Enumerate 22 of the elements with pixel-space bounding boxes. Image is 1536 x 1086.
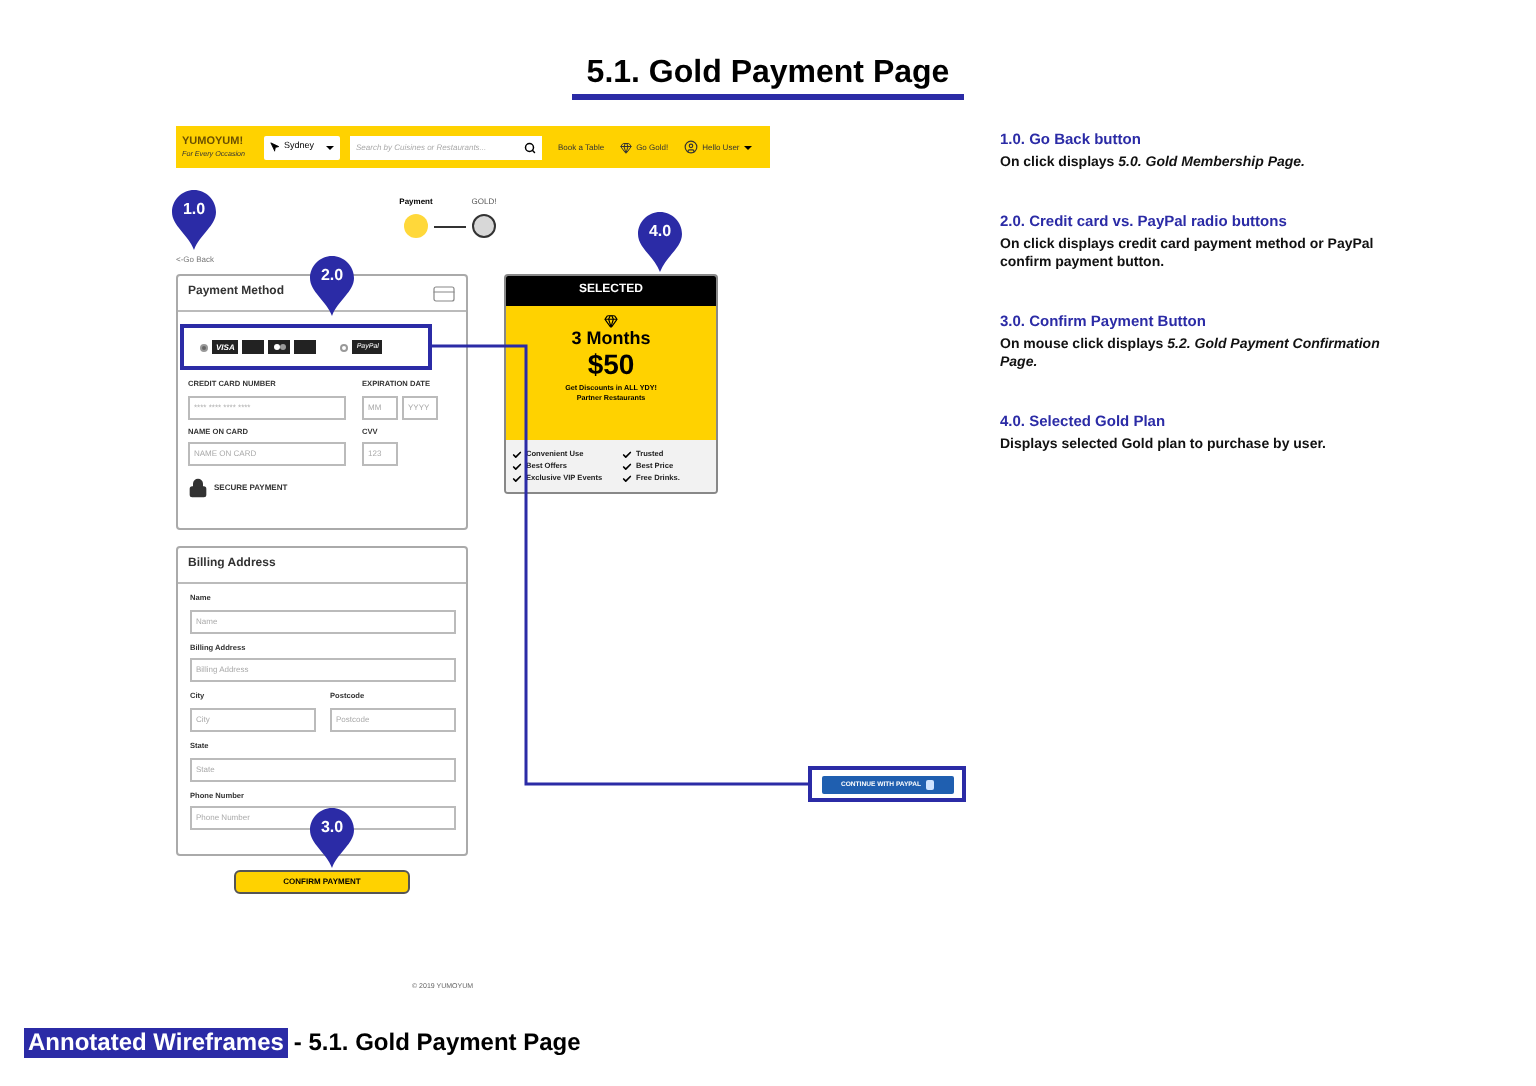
search-icon (524, 141, 536, 153)
diamond-icon (620, 141, 633, 153)
radio-button[interactable] (200, 343, 208, 351)
caret-icon (743, 145, 752, 149)
annotation-marker: 4.0 (638, 212, 682, 272)
annotation-marker: 3.0 (310, 808, 354, 868)
diamond-icon (604, 314, 618, 328)
user-icon (684, 140, 699, 154)
annotation-marker: 1.0 (172, 190, 216, 250)
credit-card-icon (432, 281, 456, 305)
card-logo-icon (242, 340, 265, 354)
caption-highlight: Annotated Wireframes (24, 1028, 288, 1058)
card-logo-icon (294, 340, 317, 354)
caret-icon (326, 145, 334, 149)
annotation-marker: 2.0 (310, 256, 354, 316)
radio-button[interactable] (340, 343, 349, 351)
lock-icon (188, 478, 208, 499)
plan-price: $50 (587, 350, 635, 380)
caption-title: - 5.1. Gold Payment Page (293, 1028, 581, 1058)
page-title: 5.1. Gold Payment Page (586, 54, 950, 92)
card-logo-icon (268, 340, 291, 354)
plan-duration: 3 Months (571, 328, 651, 350)
